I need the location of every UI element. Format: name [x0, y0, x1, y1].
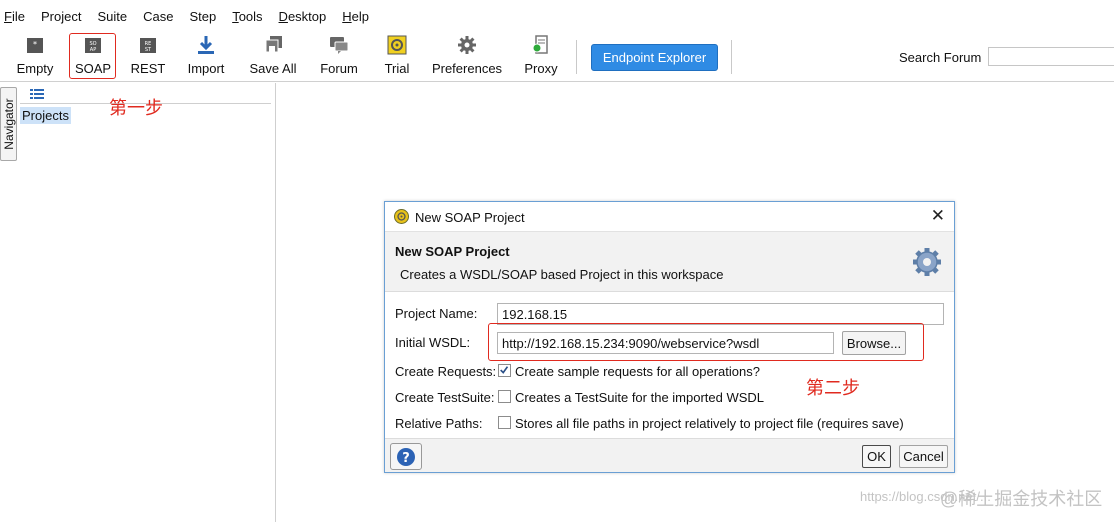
forum-chat-icon [330, 37, 349, 54]
gear-icon [913, 248, 941, 276]
forum-label: Forum [320, 61, 358, 76]
create-requests-label: Create Requests: [395, 364, 497, 379]
watermark-brand: @稀土掘金技术社区 [940, 489, 1103, 509]
menu-desktop-label: esktop [287, 8, 327, 24]
dialog-header-title: New SOAP Project [395, 244, 510, 259]
menu-suite[interactable]: Suite [97, 9, 127, 24]
ok-button[interactable]: OK [862, 445, 891, 468]
step1-annotation: 第一步 [109, 98, 163, 118]
navigator-tab-label: Navigator [2, 98, 16, 150]
menu-step-label: Step [189, 8, 217, 24]
navigator-panel: Projects [20, 83, 276, 522]
relative-paths-label: Relative Paths: [395, 416, 483, 431]
create-requests-checkbox[interactable] [498, 364, 511, 377]
menu-case-label: Case [143, 8, 174, 24]
proxy-label: Proxy [524, 61, 558, 76]
menu-file[interactable]: File [4, 9, 25, 24]
soap-project-button[interactable]: SO AP SOAP [72, 32, 114, 80]
trial-button[interactable]: Trial [378, 32, 416, 80]
soap-label: SOAP [74, 61, 112, 76]
menu-project-label: Project [40, 8, 82, 24]
soapui-logo-icon [394, 209, 409, 224]
menu-desktop-mnemonic: D [278, 8, 288, 24]
step2-annotation: 第二步 [806, 378, 860, 398]
menu-file-mnemonic: F [4, 8, 12, 24]
gear-icon [458, 36, 476, 54]
empty-project-button[interactable]: * Empty [14, 32, 56, 80]
menu-project[interactable]: Project [41, 9, 81, 24]
project-name-input[interactable] [497, 303, 944, 325]
rest-label: REST [130, 61, 166, 76]
menu-help-label: elp [351, 8, 369, 24]
rest-icon: REST [140, 38, 156, 53]
import-button[interactable]: Import [184, 32, 228, 80]
svg-text:*: * [33, 40, 37, 49]
menu-bar: File Project Suite Case Step Tools Deskt… [0, 0, 1114, 32]
list-view-icon[interactable] [30, 89, 44, 99]
save-all-icon [265, 36, 282, 53]
initial-wsdl-label: Initial WSDL: [395, 335, 471, 350]
menu-desktop[interactable]: Desktop [279, 9, 327, 24]
create-requests-text: Create sample requests for all operation… [515, 364, 760, 379]
create-testsuite-checkbox[interactable] [498, 390, 511, 403]
dialog-footer: ? OK Cancel [385, 438, 954, 472]
browse-button[interactable]: Browse... [842, 331, 906, 355]
project-name-label: Project Name: [395, 306, 478, 321]
forum-button[interactable]: Forum [318, 32, 360, 80]
preferences-button[interactable]: Preferences [432, 32, 502, 80]
soap-icon: SOAP [85, 38, 101, 53]
preferences-label: Preferences [431, 61, 503, 76]
empty-project-icon: * [27, 38, 43, 53]
rest-project-button[interactable]: RE ST REST [127, 32, 169, 80]
create-testsuite-text: Creates a TestSuite for the imported WSD… [515, 390, 765, 405]
toolbar-separator [576, 40, 577, 74]
menu-file-label: ile [11, 8, 25, 24]
initial-wsdl-input[interactable] [497, 332, 834, 354]
help-button[interactable]: ? [390, 443, 422, 470]
new-soap-project-dialog: New SOAP Project ✕ New SOAP Project Crea… [384, 201, 955, 473]
menu-suite-label: Suite [97, 8, 128, 24]
trial-badge-icon [387, 35, 407, 55]
dialog-header: New SOAP Project Creates a WSDL/SOAP bas… [385, 231, 954, 292]
menu-case[interactable]: Case [143, 9, 173, 24]
empty-project-label: Empty [16, 61, 54, 76]
svg-text:?: ? [402, 451, 410, 466]
proxy-button[interactable]: Proxy [522, 32, 560, 80]
dialog-title-bar: New SOAP Project ✕ [385, 202, 954, 231]
menu-help[interactable]: Help [342, 9, 369, 24]
dialog-header-subtitle: Creates a WSDL/SOAP based Project in thi… [400, 267, 724, 282]
save-all-button[interactable]: Save All [248, 32, 298, 80]
dialog-window-title: New SOAP Project [415, 210, 525, 225]
trial-label: Trial [384, 61, 410, 76]
svg-text:AP: AP [90, 47, 96, 53]
toolbar: * Empty SO AP SOAP RE ST REST Import Save … [0, 32, 1114, 82]
projects-tree-node[interactable]: Projects [20, 107, 71, 124]
relative-paths-checkbox[interactable] [498, 416, 511, 429]
svg-text:ST: ST [145, 47, 152, 53]
checkmark-icon [500, 366, 509, 374]
import-arrow-icon [198, 36, 214, 54]
menu-help-mnemonic: H [342, 8, 352, 24]
menu-tools[interactable]: Tools [232, 9, 262, 24]
proxy-server-icon [532, 35, 548, 54]
cancel-button[interactable]: Cancel [899, 445, 948, 468]
relative-paths-text: Stores all file paths in project relativ… [515, 416, 904, 431]
toolbar-separator [731, 40, 732, 74]
menu-step[interactable]: Step [189, 9, 216, 24]
help-icon: ? [397, 448, 415, 466]
search-forum-input[interactable] [988, 47, 1114, 66]
close-icon[interactable]: ✕ [931, 207, 945, 224]
save-all-label: Save All [249, 61, 297, 76]
menu-tools-label: ools [238, 8, 263, 24]
import-label: Import [187, 61, 225, 76]
endpoint-explorer-button[interactable]: Endpoint Explorer [591, 44, 718, 71]
navigator-tab[interactable]: Navigator [0, 87, 17, 161]
search-forum-label: Search Forum [899, 50, 982, 65]
create-testsuite-label: Create TestSuite: [395, 390, 495, 405]
